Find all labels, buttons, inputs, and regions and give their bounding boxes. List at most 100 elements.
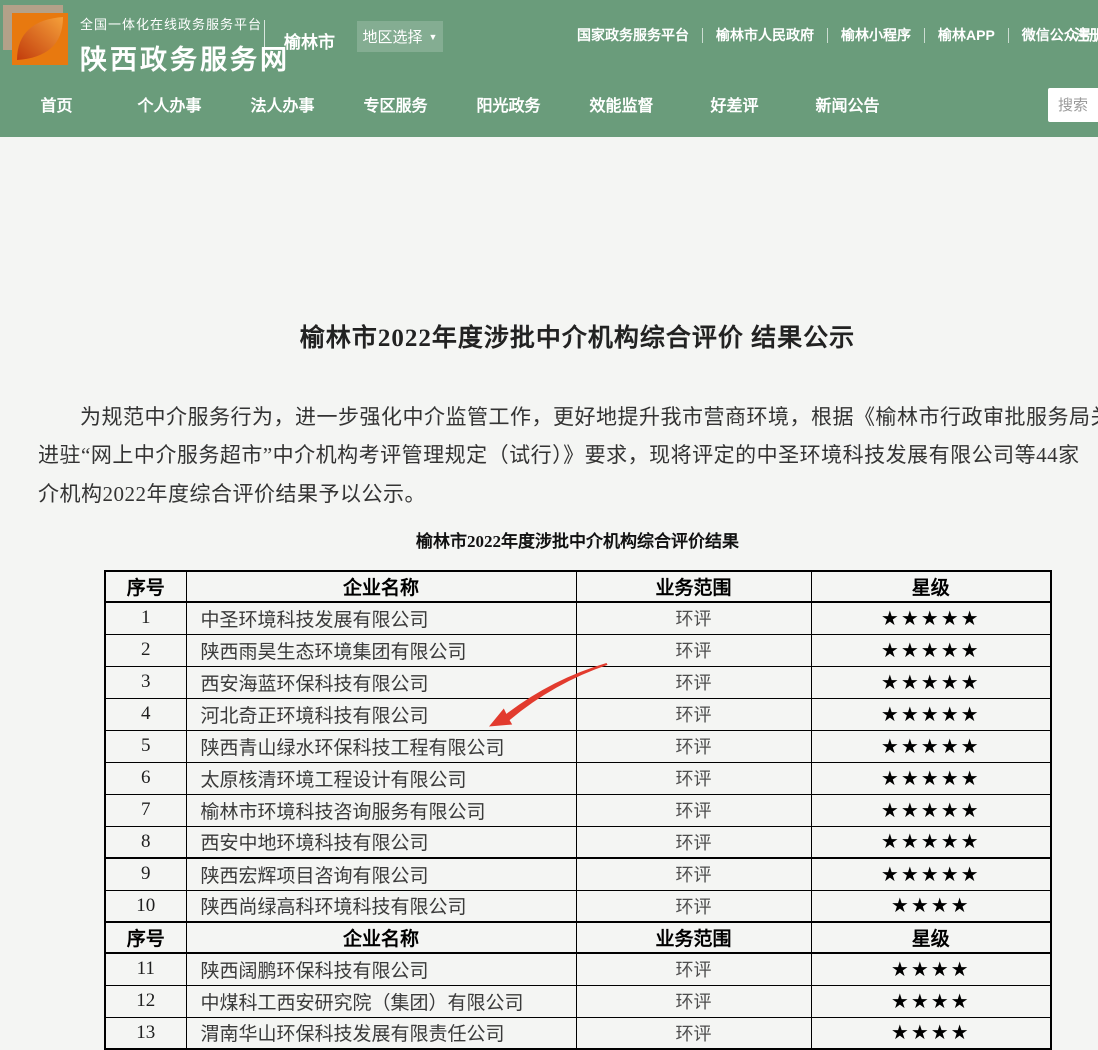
paragraph-line-1: 为规范中介服务行为，进一步强化中介监管工作，更好地提升我市营商环境，根据《榆林市… (80, 401, 1098, 431)
column-header: 星级 (811, 571, 1051, 602)
nav-item[interactable]: 法人办事 (226, 92, 339, 122)
link-separator (924, 28, 925, 43)
row-number-cell: 5 (105, 730, 186, 762)
business-scope-cell: 环评 (576, 1017, 811, 1049)
page: { "colors": { "header_green": "#6a9c7b",… (0, 0, 1098, 947)
table-row: 13渭南华山环保科技发展有限责任公司环评★★★★ (105, 1017, 1051, 1049)
brand-block: 全国一体化在线政务服务平台 陕西政务服务网 (80, 14, 290, 77)
top-link[interactable]: 榆林APP (938, 25, 995, 45)
company-name-cell: 太原核清环境工程设计有限公司 (186, 762, 576, 794)
row-number-cell: 8 (105, 826, 186, 858)
article-content: 榆林市2022年度涉批中介机构综合评价 结果公示 为规范中介服务行为，进一步强化… (0, 137, 1098, 947)
table-row: 3西安海蓝环保科技有限公司环评★★★★★ (105, 666, 1051, 698)
company-name-cell: 中煤科工西安研究院（集团）有限公司 (186, 985, 576, 1017)
row-number-cell: 11 (105, 953, 186, 985)
link-separator (702, 28, 703, 43)
top-link[interactable]: 国家政务服务平台 (577, 25, 689, 45)
site-name: 陕西政务服务网 (80, 38, 290, 77)
row-number-cell: 2 (105, 634, 186, 666)
table-row: 11陕西阔鹏环保科技有限公司环评★★★★ (105, 953, 1051, 985)
link-separator (827, 28, 828, 43)
table-row: 1中圣环境科技发展有限公司环评★★★★★ (105, 602, 1051, 634)
row-number-cell: 4 (105, 698, 186, 730)
top-link[interactable]: 榆林市人民政府 (716, 25, 814, 45)
star-rating-cell: ★★★★★ (811, 698, 1051, 730)
current-city-label: 榆林市 (284, 28, 335, 53)
row-number-cell: 13 (105, 1017, 186, 1049)
business-scope-cell: 环评 (576, 602, 811, 634)
star-rating-cell: ★★★★ (811, 953, 1051, 985)
company-name-cell: 榆林市环境科技咨询服务有限公司 (186, 794, 576, 826)
table-header-row: 序号企业名称业务范围星级 (105, 571, 1051, 602)
column-header: 业务范围 (576, 571, 811, 602)
table-header-row: 序号企业名称业务范围星级 (105, 922, 1051, 953)
company-name-cell: 陕西阔鹏环保科技有限公司 (186, 953, 576, 985)
nav-item[interactable]: 阳光政务 (452, 92, 565, 122)
row-number-cell: 7 (105, 794, 186, 826)
business-scope-cell: 环评 (576, 858, 811, 890)
star-rating-cell: ★★★★★ (811, 666, 1051, 698)
header-divider (264, 20, 265, 64)
nav-item[interactable]: 新闻公告 (791, 92, 904, 122)
star-rating-cell: ★★★★★ (811, 762, 1051, 794)
nav-item[interactable]: 个人办事 (113, 92, 226, 122)
evaluation-results-table: 序号企业名称业务范围星级1中圣环境科技发展有限公司环评★★★★★2陕西雨昊生态环… (104, 570, 1052, 1050)
search-input[interactable] (1048, 88, 1098, 122)
company-name-cell: 中圣环境科技发展有限公司 (186, 602, 576, 634)
table-row: 6太原核清环境工程设计有限公司环评★★★★★ (105, 762, 1051, 794)
nav-item[interactable]: 首页 (0, 92, 113, 122)
region-select-button[interactable]: 地区选择 ▼ (357, 21, 443, 52)
site-header: 全国一体化在线政务服务平台 陕西政务服务网 榆林市 地区选择 ▼ 国家政务服务平… (0, 0, 1098, 137)
business-scope-cell: 环评 (576, 953, 811, 985)
top-links: 国家政务服务平台榆林市人民政府榆林小程序榆林APP微信公众号 (577, 25, 1092, 45)
company-name-cell: 渭南华山环保科技发展有限责任公司 (186, 1017, 576, 1049)
company-name-cell: 陕西宏辉项目咨询有限公司 (186, 858, 576, 890)
column-header: 序号 (105, 571, 186, 602)
table-row: 9陕西宏辉项目咨询有限公司环评★★★★★ (105, 858, 1051, 890)
company-name-cell: 陕西雨昊生态环境集团有限公司 (186, 634, 576, 666)
logo-orange-square (12, 13, 68, 65)
nav-item[interactable]: 效能监督 (565, 92, 678, 122)
table-row: 12中煤科工西安研究院（集团）有限公司环评★★★★ (105, 985, 1051, 1017)
paragraph-line-2: 进驻“网上中介服务超市”中介机构考评管理规定（试行）》要求，现将评定的中圣环境科… (38, 439, 1080, 469)
star-rating-cell: ★★★★ (811, 890, 1051, 922)
business-scope-cell: 环评 (576, 762, 811, 794)
star-rating-cell: ★★★★ (811, 1017, 1051, 1049)
company-name-cell: 西安海蓝环保科技有限公司 (186, 666, 576, 698)
nav-item[interactable]: 专区服务 (339, 92, 452, 122)
row-number-cell: 12 (105, 985, 186, 1017)
business-scope-cell: 环评 (576, 826, 811, 858)
site-logo[interactable] (3, 5, 69, 65)
column-header: 业务范围 (576, 922, 811, 953)
row-number-cell: 9 (105, 858, 186, 890)
table-row: 7榆林市环境科技咨询服务有限公司环评★★★★★ (105, 794, 1051, 826)
region-select-label: 地区选择 (363, 26, 423, 47)
register-link[interactable]: 注册 (1074, 24, 1098, 45)
row-number-cell: 10 (105, 890, 186, 922)
business-scope-cell: 环评 (576, 730, 811, 762)
page-title: 榆林市2022年度涉批中介机构综合评价 结果公示 (0, 318, 1098, 354)
star-rating-cell: ★★★★★ (811, 858, 1051, 890)
star-rating-cell: ★★★★★ (811, 602, 1051, 634)
row-number-cell: 3 (105, 666, 186, 698)
star-rating-cell: ★★★★★ (811, 794, 1051, 826)
company-name-cell: 陕西青山绿水环保科技工程有限公司 (186, 730, 576, 762)
star-rating-cell: ★★★★★ (811, 730, 1051, 762)
company-name-cell: 陕西尚绿高科环境科技有限公司 (186, 890, 576, 922)
table-row: 4河北奇正环境科技有限公司环评★★★★★ (105, 698, 1051, 730)
table-caption: 榆林市2022年度涉批中介机构综合评价结果 (0, 527, 1098, 552)
row-number-cell: 1 (105, 602, 186, 634)
nav-item[interactable]: 好差评 (678, 92, 791, 122)
star-rating-cell: ★★★★★ (811, 826, 1051, 858)
business-scope-cell: 环评 (576, 794, 811, 826)
business-scope-cell: 环评 (576, 985, 811, 1017)
link-separator (1008, 28, 1009, 43)
star-rating-cell: ★★★★ (811, 985, 1051, 1017)
star-rating-cell: ★★★★★ (811, 634, 1051, 666)
top-link[interactable]: 榆林小程序 (841, 25, 911, 45)
business-scope-cell: 环评 (576, 666, 811, 698)
logo-leaf-icon (12, 13, 68, 65)
table-row: 10陕西尚绿高科环境科技有限公司环评★★★★ (105, 890, 1051, 922)
column-header: 序号 (105, 922, 186, 953)
paragraph-line-3: 介机构2022年度综合评价结果予以公示。 (38, 478, 426, 508)
